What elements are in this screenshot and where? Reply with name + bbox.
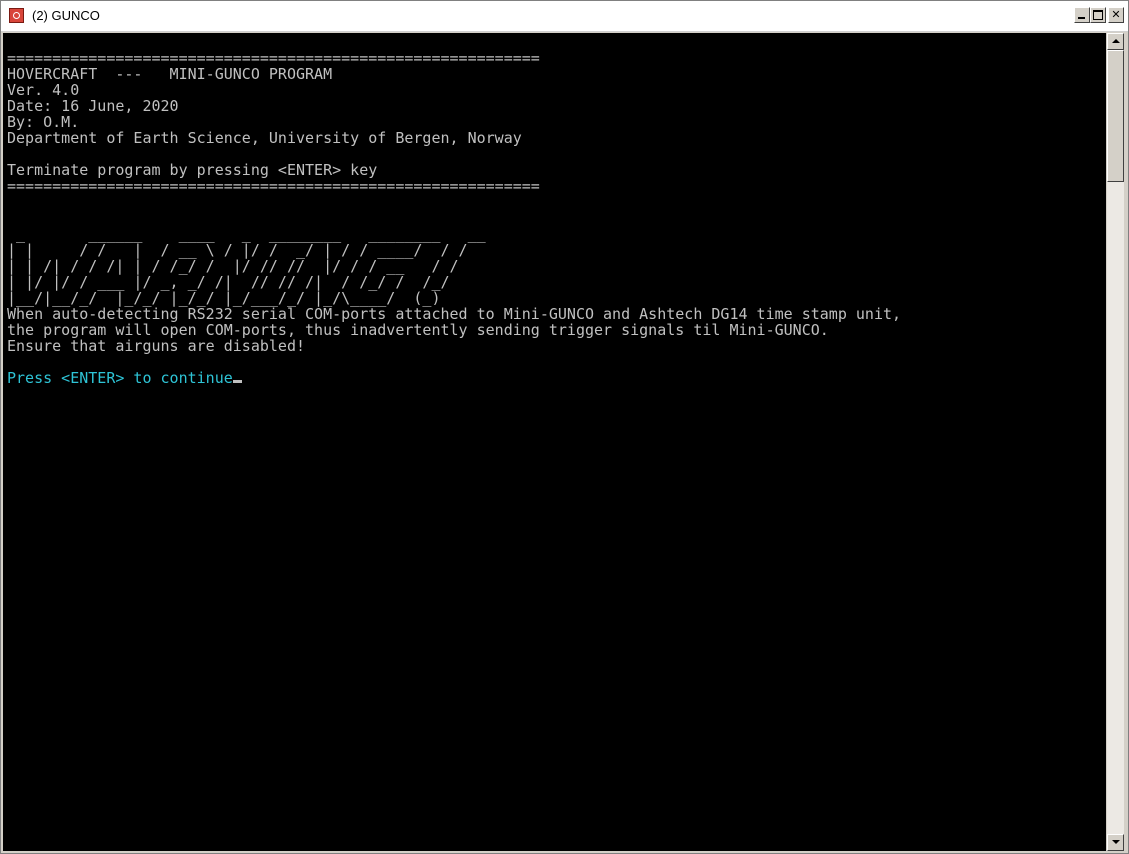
minimize-button[interactable] [1074,7,1090,23]
console-text: ========================================… [7,50,901,386]
scroll-up-arrow-icon[interactable] [1107,33,1124,50]
scrollbar-thumb[interactable] [1107,50,1124,182]
console-banner: ========================================… [7,49,540,307]
vertical-scrollbar[interactable] [1107,33,1124,851]
window-title: (2) GUNCO [32,8,100,23]
maximize-button[interactable] [1090,7,1106,23]
continue-prompt: Press <ENTER> to continue [7,369,233,387]
console-warning-message: When auto-detecting RS232 serial COM-por… [7,305,902,355]
app-icon[interactable] [9,8,24,23]
scroll-down-arrow-icon[interactable] [1107,834,1124,851]
console-window: (2) GUNCO ✕ ============================… [0,0,1129,854]
console-output-area[interactable]: ========================================… [3,33,1106,851]
close-button[interactable]: ✕ [1108,7,1124,23]
text-cursor [232,380,242,383]
title-bar[interactable]: (2) GUNCO ✕ [1,1,1128,32]
